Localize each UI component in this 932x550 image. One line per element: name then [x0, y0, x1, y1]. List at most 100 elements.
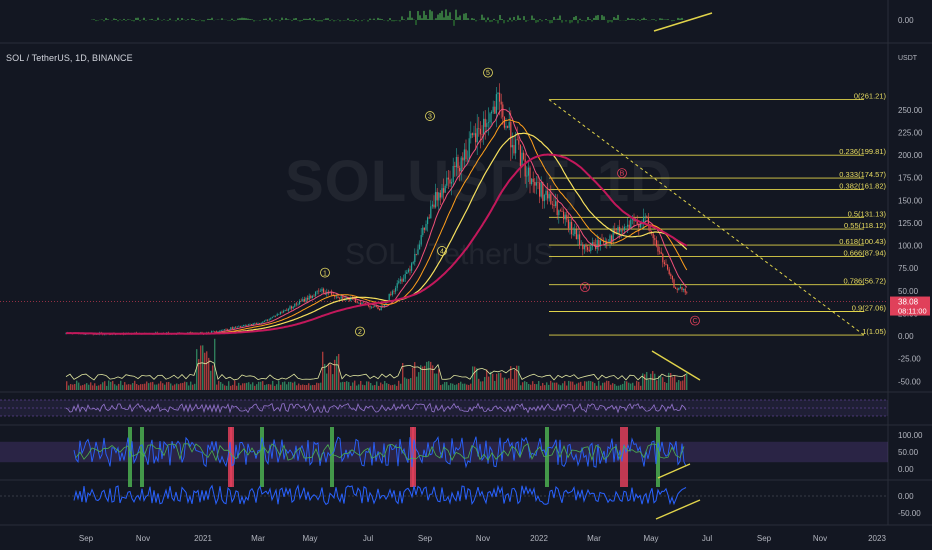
volume-bar [548, 384, 550, 390]
candle-body [313, 295, 315, 297]
candle-body [412, 262, 414, 264]
candle-body [508, 121, 510, 128]
volume-bar [232, 384, 234, 390]
fib-level-label: 0.9(27.06) [852, 304, 887, 313]
volume-bar [556, 382, 558, 390]
volume-bar [562, 383, 564, 390]
volume-bar [84, 384, 86, 390]
volume-bar [182, 382, 184, 390]
fib-level-label: 0.666(87.94) [843, 248, 886, 257]
candle-body [289, 306, 291, 309]
candle-body [463, 149, 465, 161]
candle-body [407, 269, 409, 272]
candle-body [241, 326, 243, 327]
volume-bar [168, 381, 170, 390]
candle-body [444, 185, 446, 193]
candle-body [665, 264, 667, 265]
time-axis-tick-label: Sep [79, 534, 94, 543]
wave-label: C [692, 318, 697, 325]
volume-bar [210, 370, 212, 390]
volume-bar [524, 381, 526, 390]
candle-body [278, 314, 280, 315]
candle-body [673, 279, 675, 288]
volume-bar [316, 382, 318, 390]
volume-bar [580, 381, 582, 390]
candle-body [532, 178, 534, 182]
candle-body [244, 325, 246, 326]
candle-body [451, 181, 453, 184]
candle-body [431, 204, 433, 207]
volume-bar [142, 384, 144, 390]
volume-bar [288, 381, 290, 390]
volume-bar [438, 369, 440, 390]
volume-bar [634, 385, 636, 390]
ma-fast-line [65, 108, 688, 335]
volume-bar [522, 382, 524, 390]
fib-level-label: 0.333(174.57) [839, 170, 886, 179]
volume-bar [440, 385, 442, 390]
time-axis-tick-label: 2022 [530, 534, 548, 543]
candle-body [495, 94, 497, 114]
volume-bar [430, 361, 432, 390]
candle-body [372, 306, 374, 308]
volume-bar [408, 378, 410, 390]
volume-bar [110, 381, 112, 390]
volume-bar [132, 383, 134, 390]
oscillator-axis-tick-label: 100.00 [898, 431, 923, 440]
candle-body [569, 221, 571, 229]
volume-bar [88, 384, 90, 390]
candle-body [580, 244, 582, 246]
candle-body [393, 291, 395, 292]
volume-bar [108, 380, 110, 390]
candle-body [275, 315, 277, 317]
volume-bar [450, 383, 452, 390]
candle-body [630, 219, 632, 229]
time-axis-tick-label: May [302, 534, 317, 543]
volume-bar [372, 385, 374, 390]
volume-bar [106, 385, 108, 390]
volume-bar [442, 384, 444, 390]
volume-bar [436, 373, 438, 390]
candle-body [553, 204, 555, 206]
volume-bar [624, 380, 626, 390]
candle-body [686, 292, 688, 294]
volume-bar [470, 383, 472, 390]
volume-bar [318, 383, 320, 390]
chart-canvas[interactable]: 0.00USDT250.00225.00200.00175.00150.0012… [0, 0, 932, 550]
volume-bar [294, 381, 296, 390]
volume-bar [490, 371, 492, 390]
oscillator-axis-tick-label: 50.00 [898, 448, 919, 457]
wave-label: 4 [440, 249, 444, 256]
volume-bar [286, 384, 288, 390]
candle-body [510, 121, 512, 148]
volume-bar [612, 383, 614, 390]
candle-body [307, 297, 309, 300]
chart-root[interactable]: SOLUSDT, 1D SOL / TetherUS 0.00 USDT 250.0… [0, 0, 932, 550]
candle-body [668, 269, 670, 275]
volume-bar [258, 381, 260, 390]
candle-body [502, 104, 504, 117]
candle-body [425, 224, 427, 230]
wave-labels: 1 2 3 4 5 A B C [320, 67, 700, 337]
price-axis-tick-label: 75.00 [898, 264, 919, 273]
volume-bar [244, 383, 246, 390]
time-axis: Sep Nov 2021 Mar May Jul Sep Nov 2022 Mar May Jul Se… [79, 534, 887, 543]
volume-bar [86, 383, 88, 390]
volume-bar [354, 380, 356, 390]
volume-bar [206, 351, 208, 390]
candle-body [521, 152, 523, 167]
volume-bar [96, 385, 98, 390]
volume-bars [65, 338, 701, 390]
candle-body [337, 296, 339, 298]
candle-body [558, 210, 560, 216]
candle-body [503, 116, 505, 128]
candle-body [507, 126, 509, 128]
volume-bar [246, 382, 248, 390]
candle-body [339, 297, 341, 299]
volume-bar [584, 381, 586, 390]
candle-body [529, 167, 531, 185]
volume-bar [326, 373, 328, 390]
volume-bar [102, 382, 104, 390]
candle-body [358, 303, 360, 304]
time-axis-tick-label: Sep [418, 534, 433, 543]
